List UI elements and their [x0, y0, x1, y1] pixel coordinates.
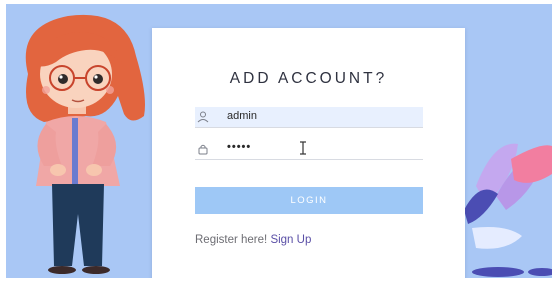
- user-icon: [197, 110, 209, 128]
- login-button[interactable]: LOGIN: [195, 187, 423, 214]
- signup-link[interactable]: Sign Up: [270, 234, 311, 246]
- text-cursor-icon: [299, 141, 307, 160]
- login-card: ADD ACCOUNT? admin ••••• LOGIN Register …: [152, 28, 465, 278]
- lock-icon: [197, 142, 209, 160]
- form-title: ADD ACCOUNT?: [229, 70, 388, 87]
- password-input-value[interactable]: •••••: [227, 141, 251, 153]
- register-text: Register here!: [195, 234, 268, 246]
- woman-character: [25, 14, 145, 274]
- plant: [464, 143, 552, 277]
- password-field[interactable]: •••••: [195, 139, 423, 160]
- username-field[interactable]: admin: [195, 107, 423, 128]
- register-prompt: Register here! Sign Up: [195, 234, 311, 246]
- login-scene: ADD ACCOUNT? admin ••••• LOGIN Register …: [6, 4, 552, 278]
- username-input-value[interactable]: admin: [227, 110, 257, 122]
